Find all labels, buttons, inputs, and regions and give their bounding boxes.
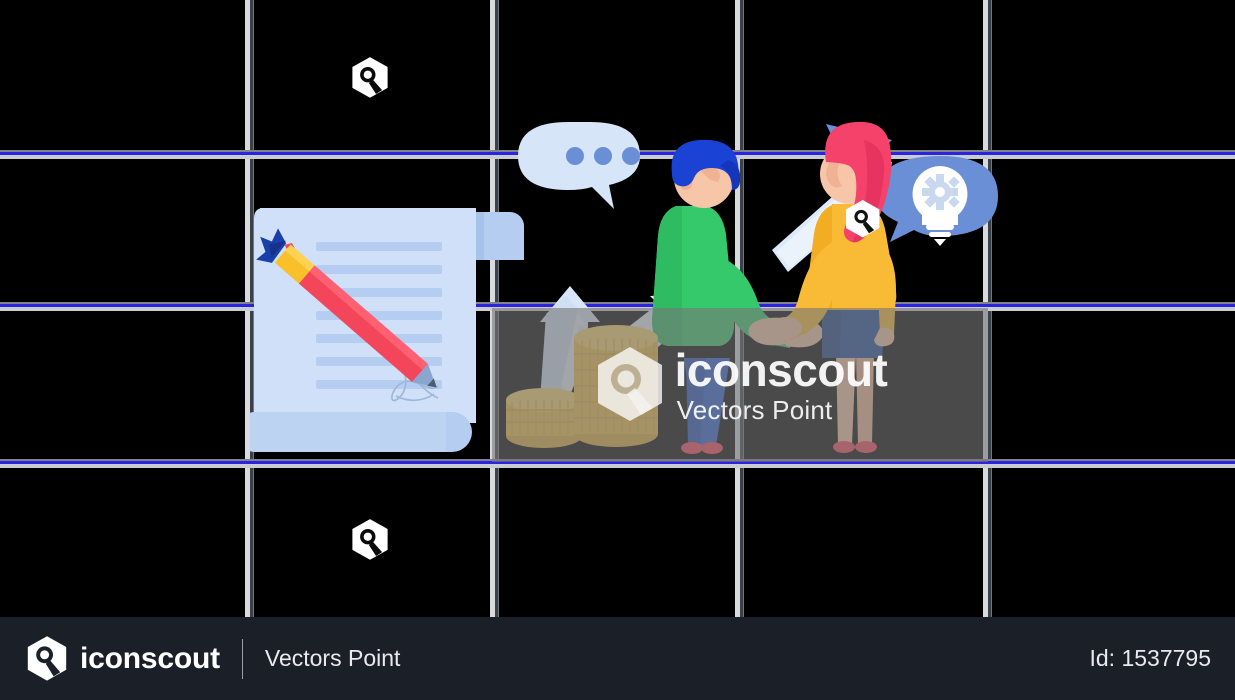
footer-bar: iconscout Vectors Point Id: 1537795 (0, 617, 1235, 700)
contract-document-group (250, 208, 524, 452)
footer-brand-name: iconscout (80, 641, 220, 675)
footer-asset-id: Id: 1537795 (1089, 645, 1211, 671)
watermark-center-group: iconscout Vectors Point (492, 308, 988, 462)
footer-divider (241, 638, 243, 679)
illustration-artboard: iconscout Vectors Point (0, 0, 1235, 617)
idea-bubble-lightbulb-shape (876, 156, 998, 246)
footer-sub-brand: Vectors Point (264, 645, 401, 671)
watermark-title: iconscout (674, 344, 888, 396)
watermark-subtitle: Vectors Point (676, 395, 833, 425)
watermark-hexagon-logo-icon (597, 347, 662, 421)
cell-iconscout-logo-top (350, 56, 390, 100)
screenshot-root: iconscout Vectors Point iconscout Vector… (0, 0, 1235, 700)
cell-iconscout-logo-bottom (350, 518, 390, 562)
iconscout-logo-icon (27, 635, 67, 681)
footer-brand-group[interactable]: iconscout (24, 635, 220, 683)
chat-bubble-dots-shape (518, 122, 640, 209)
